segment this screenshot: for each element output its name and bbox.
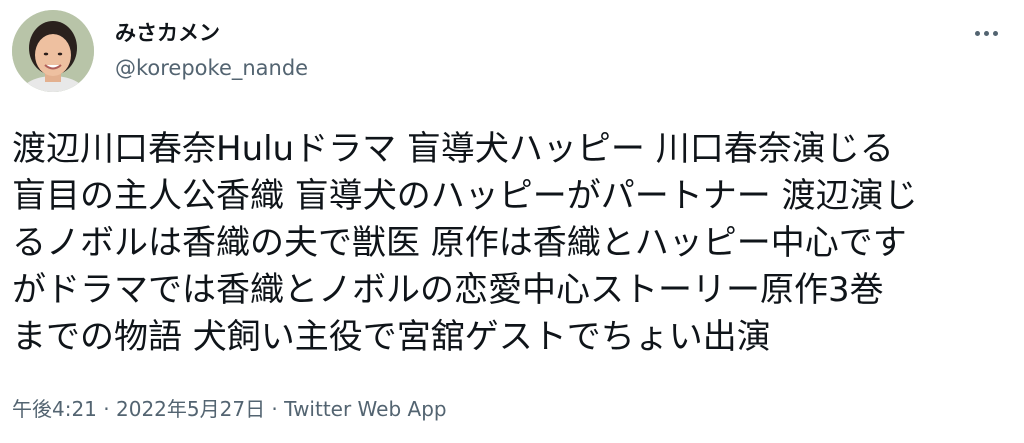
tweet-text-line: がドラマでは香織とノボルの恋愛中心ストーリー原作3巻 xyxy=(12,270,884,310)
tweet-metadata: 午後4:21 · 2022年5月27日 · Twitter Web App xyxy=(12,395,447,423)
tweet-text-line: るノボルは香織の夫で獣医 原作は香織とハッピー中心です xyxy=(12,223,907,263)
more-horizontal-icon xyxy=(974,30,980,36)
more-horizontal-icon-dot xyxy=(992,30,998,36)
tweet-text-line: までの物語 犬飼い主役で宮舘ゲストでちょい出演 xyxy=(12,317,771,357)
separator: · xyxy=(265,397,285,421)
tweet-source[interactable]: Twitter Web App xyxy=(284,397,446,421)
more-horizontal-icon-dot xyxy=(983,30,989,36)
avatar[interactable] xyxy=(12,10,94,92)
tweet-text: 渡辺川口春奈Huluドラマ 盲導犬ハッピー 川口春奈演じる 盲目の主人公香織 盲… xyxy=(12,126,1012,361)
display-name[interactable]: みさカメン xyxy=(115,20,220,46)
avatar-image xyxy=(12,10,94,92)
tweet-time[interactable]: 午後4:21 xyxy=(12,397,97,421)
tweet-date[interactable]: 2022年5月27日 xyxy=(116,397,265,421)
separator: · xyxy=(96,397,116,421)
more-options-button[interactable] xyxy=(966,20,1006,46)
tweet-text-line: 盲目の主人公香織 盲導犬のハッピーがパートナー 渡辺演じ xyxy=(12,176,918,216)
user-handle[interactable]: @korepoke_nande xyxy=(115,54,308,82)
tweet-text-line: 渡辺川口春奈Huluドラマ 盲導犬ハッピー 川口春奈演じる xyxy=(12,129,894,169)
